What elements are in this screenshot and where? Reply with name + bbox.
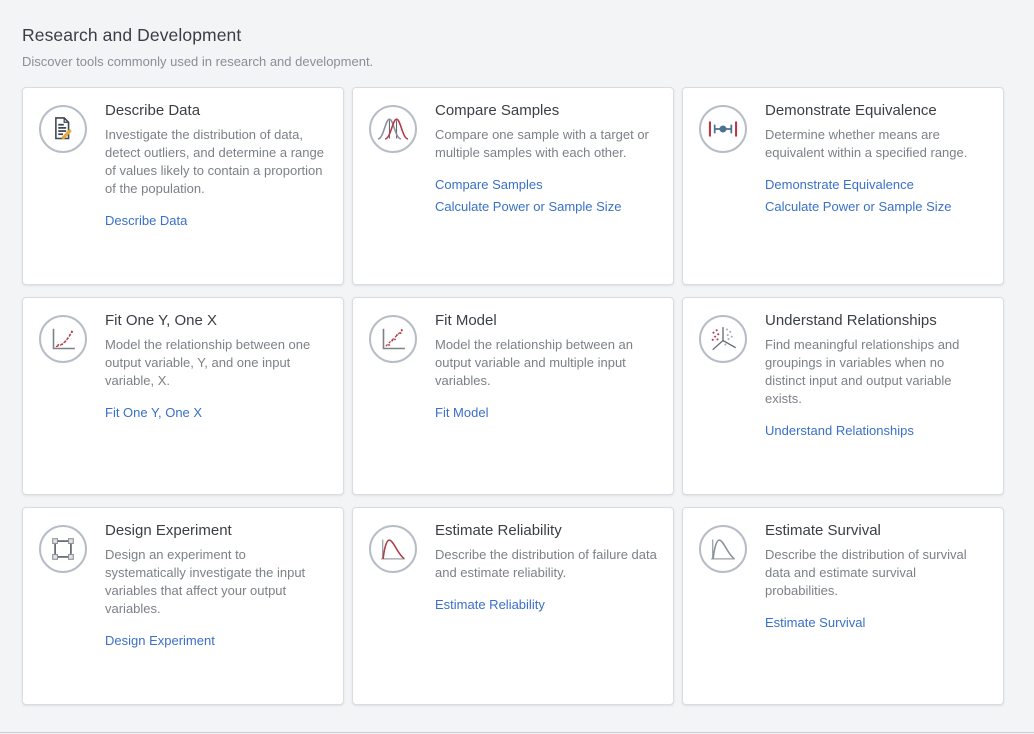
card-body: Demonstrate Equivalence Determine whethe… [765,102,987,214]
card-title: Fit Model [435,312,657,329]
card-description: Describe the distribution of failure dat… [435,546,657,582]
design-square-icon [39,525,87,573]
card-fit-model: Fit Model Model the relationship between… [352,297,674,495]
card-links: Demonstrate Equivalence Calculate Power o… [765,177,987,214]
link-estimate-reliability[interactable]: Estimate Reliability [435,597,545,612]
card-compare-samples: Compare Samples Compare one sample with … [352,87,674,285]
card-title: Estimate Survival [765,522,987,539]
card-links: Estimate Reliability [435,597,657,612]
card-body: Estimate Survival Describe the distribut… [765,522,987,630]
card-grid: Describe Data Investigate the distributi… [22,87,1004,705]
link-design-experiment[interactable]: Design Experiment [105,633,215,648]
link-calculate-power-or-sample-size[interactable]: Calculate Power or Sample Size [765,199,951,214]
card-title: Design Experiment [105,522,327,539]
failure-curve-icon [369,525,417,573]
card-links: Understand Relationships [765,423,987,438]
card-links: Compare Samples Calculate Power or Sample… [435,177,657,214]
card-body: Describe Data Investigate the distributi… [105,102,327,228]
card-links: Fit One Y, One X [105,405,327,420]
card-demonstrate-equivalence: Demonstrate Equivalence Determine whethe… [682,87,1004,285]
card-title: Compare Samples [435,102,657,119]
card-design-experiment: Design Experiment Design an experiment t… [22,507,344,705]
card-description: Describe the distribution of survival da… [765,546,987,600]
card-title: Fit One Y, One X [105,312,327,329]
card-title: Estimate Reliability [435,522,657,539]
card-understand-relationships: Understand Relationships Find meaningful… [682,297,1004,495]
card-description: Investigate the distribution of data, de… [105,126,327,198]
card-links: Design Experiment [105,633,327,648]
link-understand-relationships[interactable]: Understand Relationships [765,423,914,438]
research-and-development-page: Research and Development Discover tools … [0,0,1034,733]
page-subtitle: Discover tools commonly used in research… [22,54,1004,69]
survival-curve-icon [699,525,747,573]
page-title: Research and Development [22,25,1004,46]
link-estimate-survival[interactable]: Estimate Survival [765,615,865,630]
card-description: Design an experiment to systematically i… [105,546,327,618]
card-describe-data: Describe Data Investigate the distributi… [22,87,344,285]
card-body: Estimate Reliability Describe the distri… [435,522,657,612]
card-links: Describe Data [105,213,327,228]
overlapping-distributions-icon [369,105,417,153]
threed-scatter-icon [699,315,747,363]
card-description: Determine whether means are equivalent w… [765,126,987,162]
link-describe-data[interactable]: Describe Data [105,213,187,228]
link-compare-samples[interactable]: Compare Samples [435,177,543,192]
card-description: Find meaningful relationships and groupi… [765,336,987,408]
document-pencil-icon [39,105,87,153]
card-body: Understand Relationships Find meaningful… [765,312,987,438]
link-fit-model[interactable]: Fit Model [435,405,488,420]
card-title: Understand Relationships [765,312,987,329]
card-fit-one-y-one-x: Fit One Y, One X Model the relationship … [22,297,344,495]
link-calculate-power-or-sample-size[interactable]: Calculate Power or Sample Size [435,199,621,214]
scatter-curve-icon [39,315,87,363]
equivalence-interval-icon [699,105,747,153]
link-fit-one-y-one-x[interactable]: Fit One Y, One X [105,405,202,420]
card-description: Model the relationship between one outpu… [105,336,327,390]
card-links: Estimate Survival [765,615,987,630]
card-body: Fit Model Model the relationship between… [435,312,657,420]
card-estimate-reliability: Estimate Reliability Describe the distri… [352,507,674,705]
card-estimate-survival: Estimate Survival Describe the distribut… [682,507,1004,705]
card-title: Describe Data [105,102,327,119]
card-description: Model the relationship between an output… [435,336,657,390]
card-body: Design Experiment Design an experiment t… [105,522,327,648]
link-demonstrate-equivalence[interactable]: Demonstrate Equivalence [765,177,914,192]
card-links: Fit Model [435,405,657,420]
card-description: Compare one sample with a target or mult… [435,126,657,162]
card-title: Demonstrate Equivalence [765,102,987,119]
card-body: Compare Samples Compare one sample with … [435,102,657,214]
card-body: Fit One Y, One X Model the relationship … [105,312,327,420]
scatter-line-icon [369,315,417,363]
